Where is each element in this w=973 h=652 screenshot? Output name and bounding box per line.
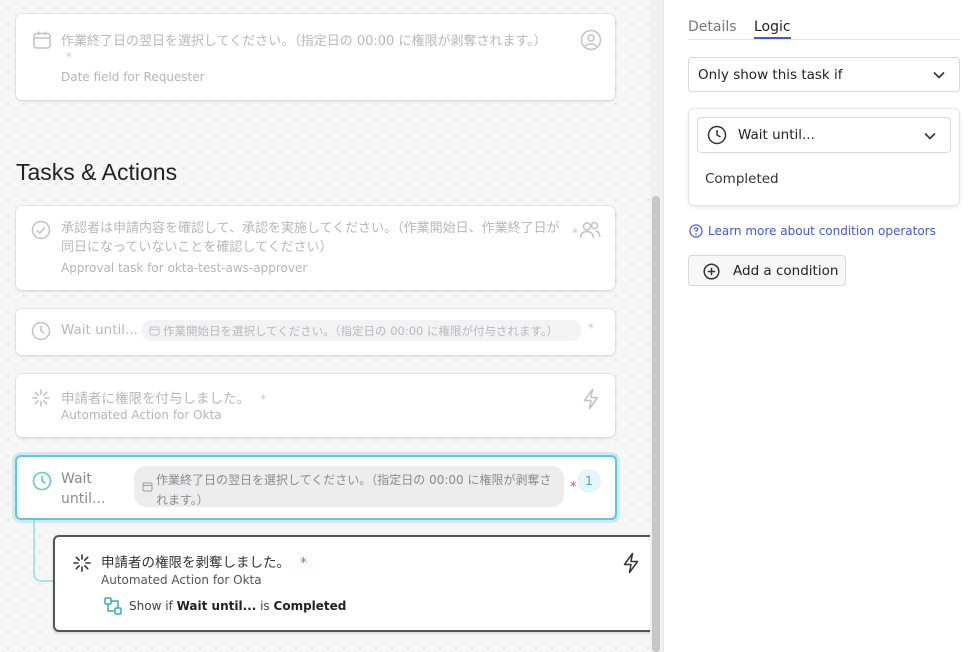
- wait-2-chip[interactable]: 作業終了日の翌日を選択してください。（指定日の 00:00 に権限が剥奪されます…: [134, 466, 564, 507]
- canvas-scrollbar-thumb[interactable]: [652, 196, 660, 652]
- date-field-card[interactable]: 作業終了日の翌日を選択してください。（指定日の 00:00 に権限が剥奪されます…: [16, 14, 615, 100]
- calendar-icon: [33, 31, 51, 49]
- okta-sunburst-icon: [73, 554, 91, 572]
- wait-2-label: Wait until...: [61, 471, 106, 507]
- wait-1-required-mark: *: [588, 321, 594, 335]
- grant-card-subtitle: Automated Action for Okta: [61, 408, 222, 422]
- approval-card-title: 承認者は申請内容を確認して、承認を実施してください。（作業開始日、作業終了日が同…: [61, 221, 560, 255]
- visibility-select-value: Only show this task if: [698, 67, 843, 83]
- lightning-icon: [583, 388, 599, 410]
- grant-action-card[interactable]: 申請者に権限を付与しました。 * Automated Action for Ok…: [16, 374, 615, 437]
- date-card-title: 作業終了日の翌日を選択してください。（指定日の 00:00 に権限が剥奪されます…: [61, 34, 547, 49]
- date-card-subtitle: Date field for Requester: [61, 70, 205, 84]
- connector-line: [33, 520, 55, 582]
- clock-icon: [707, 125, 727, 145]
- chevron-down-icon: [924, 132, 936, 140]
- approval-card-required-mark: *: [572, 226, 578, 240]
- wait-2-chip-text: 作業終了日の翌日を選択してください。（指定日の 00:00 に権限が剥奪されます…: [156, 473, 552, 507]
- condition-option-completed[interactable]: Completed: [705, 171, 779, 187]
- wait-2-required-mark: *: [570, 480, 577, 495]
- calendar-small-icon: [142, 482, 153, 492]
- condition-subject: Wait until...: [176, 599, 257, 613]
- wait-1-chip[interactable]: 作業開始日を選択してください。（指定日の 00:00 に権限が付与されます。）: [141, 320, 582, 341]
- help-circle-icon: [689, 224, 703, 238]
- date-card-required-mark: *: [66, 50, 72, 64]
- wait-2-count-badge: 1: [577, 469, 601, 493]
- logic-panel: Details Logic Only show this task if Wai…: [663, 0, 973, 652]
- condition-prefix: Show if: [129, 599, 173, 613]
- visibility-select[interactable]: Only show this task if: [688, 57, 960, 92]
- grant-card-required-mark: *: [260, 392, 267, 406]
- calendar-small-icon: [149, 326, 160, 336]
- wait-1-chip-text: 作業開始日を選択してください。（指定日の 00:00 に権限が付与されます。）: [163, 324, 559, 338]
- revoke-card-title: 申請者の権限を剥奪しました。: [101, 555, 290, 571]
- condition-select-value: Wait until...: [738, 127, 815, 143]
- lightning-icon: [623, 552, 639, 574]
- chevron-down-icon: [933, 71, 945, 79]
- approval-card-subtitle: Approval task for okta-test-aws-approver: [61, 261, 308, 275]
- revoke-action-card[interactable]: 申請者の権限を剥奪しました。 * Automated Action for Ok…: [53, 535, 663, 632]
- condition-branch-icon: [104, 597, 122, 615]
- tab-divider: [688, 39, 960, 40]
- add-condition-button[interactable]: Add a condition: [688, 255, 846, 286]
- add-condition-label: Add a condition: [733, 263, 839, 279]
- user-circle-icon: [580, 29, 602, 51]
- tab-logic[interactable]: Logic: [754, 19, 791, 39]
- revoke-card-required-mark: *: [300, 556, 307, 571]
- check-circle-icon: [31, 220, 51, 240]
- condition-operator: is: [260, 599, 270, 613]
- approval-task-card[interactable]: 承認者は申請内容を確認して、承認を実施してください。（作業開始日、作業終了日が同…: [16, 206, 615, 290]
- revoke-card-subtitle: Automated Action for Okta: [101, 573, 262, 587]
- wait-until-card-2[interactable]: Wait until... 作業終了日の翌日を選択してください。（指定日の 00…: [15, 455, 617, 520]
- wait-1-label: Wait until...: [61, 322, 138, 338]
- section-title: Tasks & Actions: [16, 159, 178, 185]
- condition-select[interactable]: Wait until...: [697, 117, 951, 153]
- plus-circle-icon: [703, 263, 720, 280]
- wait-until-card-1[interactable]: Wait until... 作業開始日を選択してください。（指定日の 00:00…: [16, 309, 615, 355]
- clock-icon: [32, 471, 52, 491]
- condition-box: Wait until... Completed: [688, 108, 960, 206]
- revoke-condition-text: Show if Wait until... is Completed: [129, 599, 346, 613]
- workflow-canvas[interactable]: 作業終了日の翌日を選択してください。（指定日の 00:00 に権限が剥奪されます…: [0, 0, 663, 652]
- tab-details[interactable]: Details: [688, 19, 737, 35]
- grant-card-title: 申請者に権限を付与しました。: [61, 391, 250, 407]
- okta-sunburst-icon: [32, 389, 50, 407]
- condition-value: Completed: [273, 599, 347, 613]
- clock-icon: [31, 321, 51, 341]
- users-icon: [579, 221, 601, 239]
- condition-operators-help-link[interactable]: Learn more about condition operators: [708, 224, 936, 238]
- revoke-card-title-row: 申請者の権限を剥奪しました。 *: [101, 551, 307, 571]
- grant-card-title-row: 申請者に権限を付与しました。 *: [61, 387, 266, 407]
